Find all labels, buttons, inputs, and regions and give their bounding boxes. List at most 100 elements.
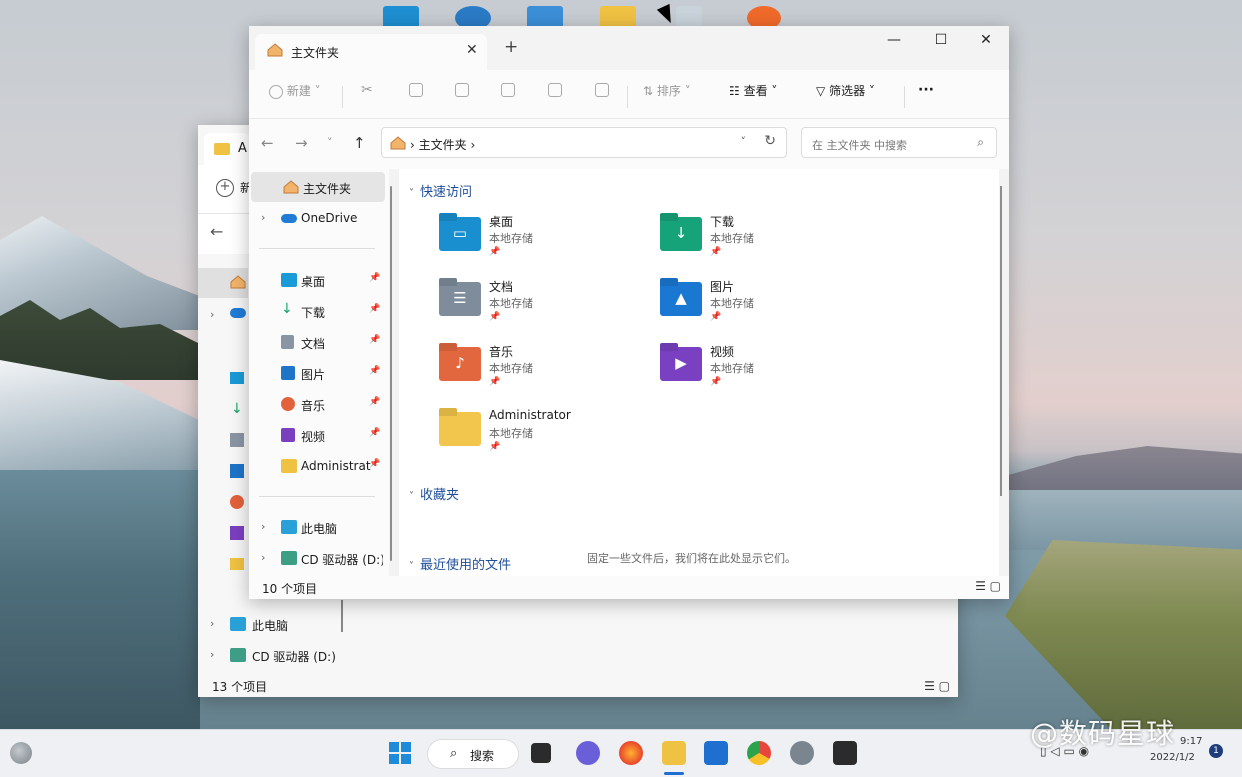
chrome-icon[interactable] [747,741,771,765]
paste-icon[interactable] [455,82,469,97]
title-bar[interactable]: 主文件夹 ✕ + — ☐ ✕ [249,26,1009,70]
chevron-right-icon[interactable]: › [261,551,265,564]
maximize-button[interactable]: ☐ [918,32,964,48]
chevron-down-icon[interactable]: ˅ [409,188,414,199]
section-quick-access[interactable]: ˅ 快速访问 [409,181,472,200]
picture-icon [230,464,244,478]
new-button[interactable]: 新建 ˅ [269,82,321,99]
sort-button[interactable]: ⇅ 排序 ˅ [643,82,691,99]
tab-home[interactable]: 主文件夹 ✕ [255,34,487,70]
weather-widget-icon[interactable] [10,742,32,764]
pin-icon[interactable]: 📌 [369,304,380,314]
pin-icon[interactable]: 📌 [369,366,380,376]
up-arrow-icon[interactable]: ↑ [353,134,366,152]
section-favorites[interactable]: ˅ 收藏夹 [409,484,459,503]
content-scrollbar[interactable] [1000,186,1002,496]
minimize-button[interactable]: — [871,32,917,48]
folder-tile-pictures[interactable]: ▲ 图片 本地存储 📌 [660,278,860,334]
command-bar: 新建 ˅ ✂ ⇅ 排序 ˅ ☷ 查看 ˅ ▽ 筛选器 ˅ ··· [249,70,1009,119]
rename-icon[interactable] [501,82,515,97]
nav-item-videos[interactable]: 视频 📌 [249,420,383,450]
pin-icon[interactable]: 📌 [369,428,380,438]
folder-glyph: ▭ [452,224,468,242]
search-box[interactable]: 在 主文件夹 中搜索 ⌕ [801,127,997,158]
tab-close-icon[interactable]: ✕ [466,42,478,58]
back-arrow-icon[interactable]: ← [210,222,223,241]
taskbar-search[interactable]: ⌕ 搜索 [427,739,519,769]
delete-icon[interactable] [595,82,609,97]
nav-item-home[interactable]: 主文件夹 [251,172,385,202]
address-dropdown-icon[interactable]: ˅ [741,135,747,148]
terminal-icon[interactable] [833,741,857,765]
breadcrumb-home[interactable]: 主文件夹 [419,138,467,152]
refresh-icon[interactable]: ↻ [764,133,776,149]
filter-button[interactable]: ▽ 筛选器 ˅ [816,82,875,99]
chevron-right-icon[interactable]: › [261,211,265,224]
copy-icon[interactable] [409,82,423,97]
address-bar[interactable]: › 主文件夹 › ˅ ↻ [381,127,787,158]
nav-item-downloads[interactable]: ↓ 下载 📌 [249,296,383,326]
chat-icon[interactable] [576,741,600,765]
more-options-button[interactable]: ··· [918,82,934,98]
start-button[interactable] [388,741,412,765]
close-button[interactable]: ✕ [963,32,1009,48]
new-tab-button[interactable]: + [504,37,518,57]
file-explorer-icon[interactable] [662,741,686,765]
pin-icon[interactable]: 📌 [369,459,380,469]
folder-location: 本地存储 [489,297,533,310]
folder-location: 本地存储 [710,362,754,375]
nav-item-pictures[interactable]: 图片 📌 [249,358,383,388]
breadcrumb[interactable]: › 主文件夹 › [410,136,475,153]
pin-icon[interactable]: 📌 [369,397,380,407]
nav-item-music[interactable]: 音乐 📌 [249,389,383,419]
nav-item-desktop[interactable]: 桌面 📌 [249,265,383,295]
folder-location: 本地存储 [489,427,533,440]
nav-item-administrator[interactable]: Administrat 📌 [249,451,383,481]
forward-arrow-icon[interactable]: → [295,134,308,152]
plus-icon[interactable]: + [216,179,234,197]
chevron-down-icon[interactable]: ˅ [409,491,414,502]
folder-tile-downloads[interactable]: ↓ 下载 本地存储 📌 [660,213,860,269]
back-nav-item-cd-drive[interactable]: › CD 驱动器 (D:) [198,641,348,671]
back-window-tab[interactable]: A [204,133,250,165]
video-icon [230,526,244,540]
view-toggle-icons[interactable]: ☰ ▢ [924,679,950,693]
chevron-right-icon[interactable]: › [261,520,265,533]
chevron-right-icon[interactable]: › [210,648,214,661]
pin-icon: 📌 [489,377,501,387]
share-icon[interactable] [548,82,562,97]
back-arrow-icon[interactable]: ← [261,134,274,152]
search-input[interactable]: 在 主文件夹 中搜索 [812,137,907,153]
nav-item-this-pc[interactable]: › 此电脑 [249,512,383,542]
folder-tile-documents[interactable]: ☰ 文档 本地存储 📌 [439,278,639,334]
chevron-right-icon[interactable]: › [210,617,214,630]
explorer-window-front[interactable]: 主文件夹 ✕ + — ☐ ✕ 新建 ˅ ✂ ⇅ 排序 ˅ ☷ 查看 ˅ ▽ 筛选… [249,26,1009,599]
notification-badge[interactable]: 1 [1209,744,1223,758]
view-toggle-icons[interactable]: ☰ ▢ [975,579,1001,593]
chevron-right-icon[interactable]: › [210,308,214,321]
nav-item-onedrive[interactable]: › OneDrive [249,203,383,233]
tray-time[interactable]: 9:17 [1180,736,1202,747]
folder-tile-administrator[interactable]: Administrator 本地存储 📌 [439,408,639,464]
store-icon[interactable] [704,741,728,765]
back-nav-item-this-pc[interactable]: › 此电脑 [198,610,348,640]
chevron-down-icon[interactable]: ˅ [409,561,414,572]
task-view-icon[interactable] [531,743,551,763]
recent-locations-chevron-icon[interactable]: ˅ [327,136,333,149]
document-icon [230,433,244,447]
nav-item-cd-drive[interactable]: › CD 驱动器 (D:) [249,543,383,573]
view-icon: ☷ [729,84,740,98]
cut-icon[interactable]: ✂ [361,82,373,98]
view-button[interactable]: ☷ 查看 ˅ [729,82,777,99]
tray-date[interactable]: 2022/1/2 [1150,752,1195,763]
settings-gear-icon[interactable] [790,741,814,765]
folder-tile-desktop[interactable]: ▭ 桌面 本地存储 📌 [439,213,639,269]
nav-item-documents[interactable]: 文档 📌 [249,327,383,357]
folder-tile-music[interactable]: ♪ 音乐 本地存储 📌 [439,343,639,399]
section-recent[interactable]: ˅ 最近使用的文件 [409,554,511,573]
nav-pane-scrollbar[interactable] [390,186,392,561]
pin-icon[interactable]: 📌 [369,335,380,345]
pin-icon[interactable]: 📌 [369,273,380,283]
folder-tile-videos[interactable]: ▶ 视频 本地存储 📌 [660,343,860,399]
firefox-icon[interactable] [619,741,643,765]
